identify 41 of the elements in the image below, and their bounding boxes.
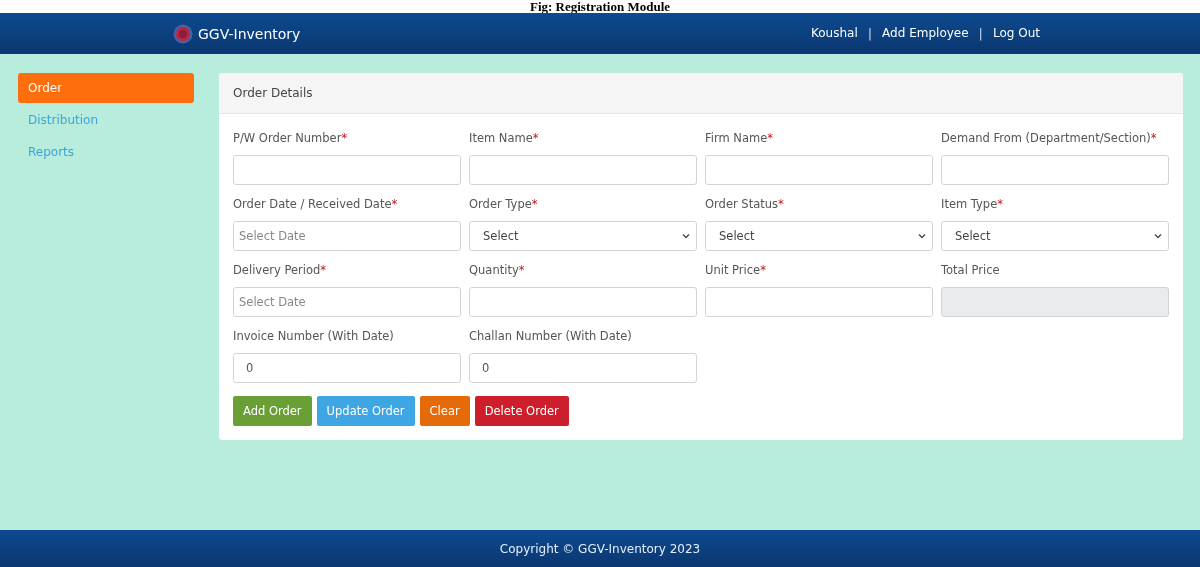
field-label: Order Status* bbox=[705, 196, 785, 213]
date-field[interactable]: Select Date bbox=[233, 221, 461, 251]
field-label: Item Name* bbox=[469, 130, 540, 147]
select-dropdown[interactable]: Select bbox=[941, 221, 1169, 251]
input-field[interactable] bbox=[705, 287, 933, 317]
chevron-down-icon bbox=[682, 233, 690, 239]
field-label: Order Type* bbox=[469, 196, 539, 213]
nav-link[interactable]: Log Out bbox=[993, 26, 1040, 41]
field-label: Challan Number (With Date) bbox=[469, 328, 633, 345]
field-label: Delivery Period* bbox=[233, 262, 327, 279]
input-field[interactable] bbox=[233, 155, 461, 185]
input-field[interactable] bbox=[941, 155, 1169, 185]
nav-separator: | bbox=[867, 26, 873, 41]
field-label: Invoice Number (With Date) bbox=[233, 328, 395, 345]
field-label: Demand From (Department/Section)* bbox=[941, 130, 1158, 147]
input-field[interactable] bbox=[469, 287, 697, 317]
select-dropdown[interactable]: Select bbox=[469, 221, 697, 251]
input-field[interactable] bbox=[705, 155, 933, 185]
input-field[interactable]: 0 bbox=[233, 353, 461, 383]
nav-link[interactable]: Koushal bbox=[810, 26, 858, 41]
date-field[interactable]: Select Date bbox=[233, 287, 461, 317]
action-button[interactable]: Delete Order bbox=[474, 396, 569, 426]
field-label: Unit Price* bbox=[705, 262, 767, 279]
chevron-down-icon bbox=[1154, 233, 1162, 239]
card-header: Order Details bbox=[219, 73, 1183, 114]
select-dropdown[interactable]: Select bbox=[705, 221, 933, 251]
figure-caption: Fig: Registration Module bbox=[529, 0, 671, 13]
nav-link[interactable]: Add Employee bbox=[882, 26, 969, 41]
copyright-text: Copyright © GGV-Inventory 2023 bbox=[499, 541, 701, 556]
chevron-down-icon bbox=[918, 233, 926, 239]
field-label: Order Date / Received Date* bbox=[233, 196, 399, 213]
input-field[interactable]: 0 bbox=[469, 353, 697, 383]
brand-name[interactable]: GGV-Inventory bbox=[198, 25, 301, 42]
field-label: Quantity* bbox=[469, 262, 526, 279]
field-label: Total Price bbox=[941, 262, 1001, 279]
input-field[interactable] bbox=[469, 155, 697, 185]
field-label: Firm Name* bbox=[705, 130, 775, 147]
field-label: Item Type* bbox=[941, 196, 1004, 213]
logo-icon bbox=[173, 23, 193, 44]
nav-separator: | bbox=[978, 26, 983, 41]
field-label: P/W Order Number* bbox=[233, 130, 349, 147]
